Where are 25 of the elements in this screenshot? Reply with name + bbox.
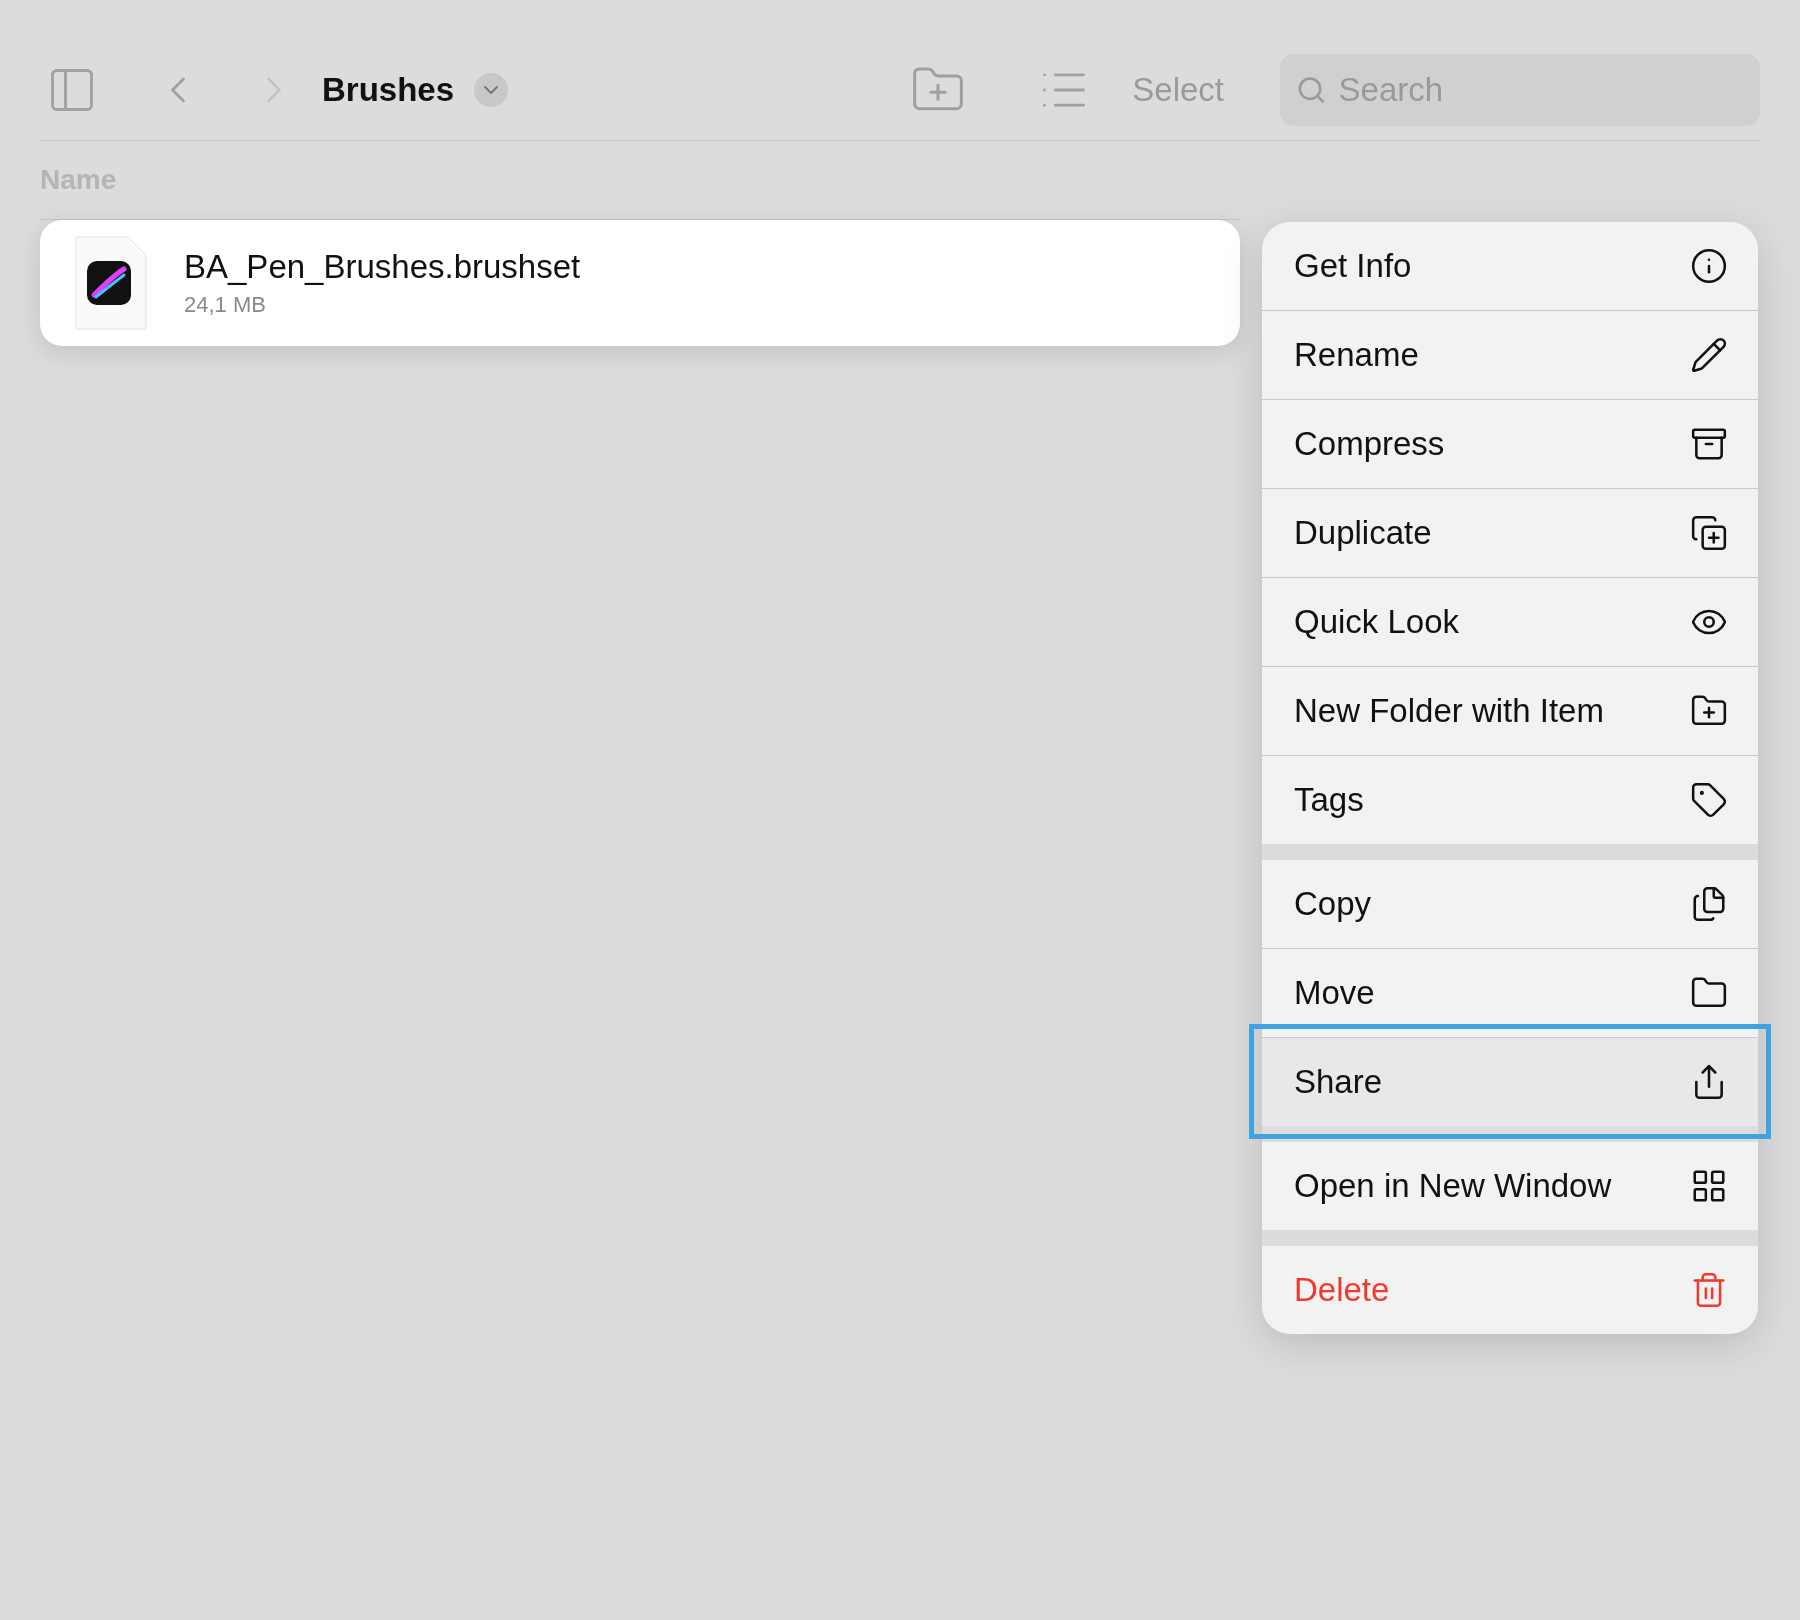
menu-item[interactable]: Rename <box>1262 310 1758 399</box>
menu-item-icon <box>1690 1271 1728 1309</box>
menu-item[interactable]: Copy <box>1262 860 1758 948</box>
menu-item-icon <box>1690 247 1728 285</box>
menu-item[interactable]: Open in New Window <box>1262 1142 1758 1230</box>
menu-item[interactable]: Compress <box>1262 399 1758 488</box>
menu-item-icon <box>1690 514 1728 552</box>
menu-item[interactable]: Share <box>1262 1037 1758 1126</box>
folder-title: Brushes <box>322 71 455 109</box>
menu-item[interactable]: Duplicate <box>1262 488 1758 577</box>
menu-item[interactable]: Tags <box>1262 755 1758 844</box>
menu-item[interactable]: Delete <box>1262 1246 1758 1334</box>
file-icon <box>74 235 148 331</box>
menu-item-icon <box>1690 885 1728 923</box>
file-row[interactable]: BA_Pen_Brushes.brushset 24,1 MB <box>40 220 1240 346</box>
menu-item-icon <box>1690 336 1728 374</box>
menu-item[interactable]: New Folder with Item <box>1262 666 1758 755</box>
menu-item-icon <box>1690 1167 1728 1205</box>
menu-item-icon <box>1690 425 1728 463</box>
menu-item[interactable]: Get Info <box>1262 222 1758 310</box>
menu-item-icon <box>1690 781 1728 819</box>
file-name: BA_Pen_Brushes.brushset <box>184 248 581 286</box>
chevron-down-icon[interactable] <box>474 73 509 107</box>
file-size: 24,1 MB <box>184 292 267 318</box>
menu-item[interactable]: Quick Look <box>1262 577 1758 666</box>
